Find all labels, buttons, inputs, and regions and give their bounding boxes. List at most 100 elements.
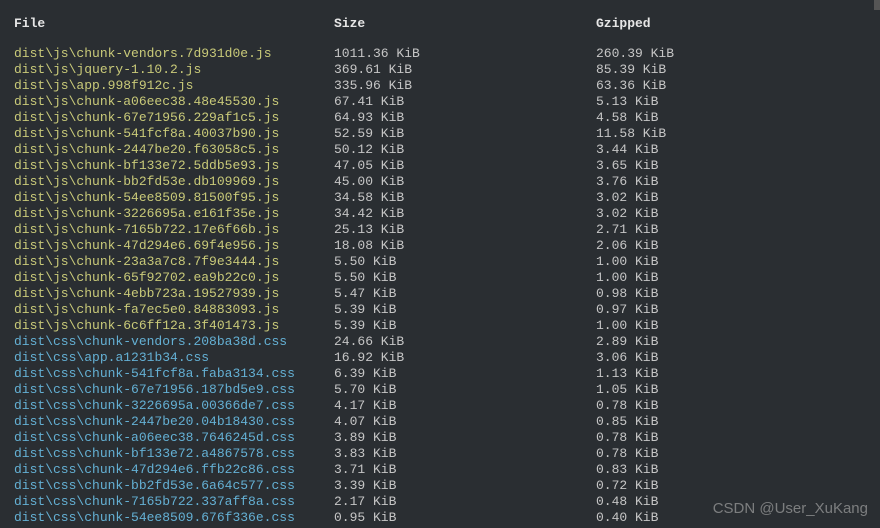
size-cell: 3.71 KiB bbox=[334, 462, 596, 478]
gzip-cell: 5.13 KiB bbox=[596, 94, 866, 110]
table-row: dist\js\chunk-23a3a7c8.7f9e3444.js5.50 K… bbox=[14, 254, 866, 270]
file-dir: dist\js\ bbox=[14, 270, 76, 285]
file-cell: dist\js\chunk-65f92702.ea9b22c0.js bbox=[14, 270, 334, 286]
file-ext: css bbox=[271, 478, 294, 493]
file-ext: js bbox=[264, 158, 280, 173]
file-ext: css bbox=[264, 334, 287, 349]
file-name: chunk-54ee8509 bbox=[84, 510, 193, 525]
table-row: dist\js\chunk-67e71956.229af1c5.js64.93 … bbox=[14, 110, 866, 126]
file-hash: 208ba38d bbox=[193, 334, 255, 349]
file-cell: dist\css\chunk-7165b722.337aff8a.css bbox=[14, 494, 334, 510]
file-name: chunk-541fcf8a bbox=[76, 126, 185, 141]
file-hash: 17e6f66b bbox=[193, 222, 255, 237]
file-name: chunk-a06eec38 bbox=[84, 430, 193, 445]
gzip-cell: 2.06 KiB bbox=[596, 238, 866, 254]
file-dir: dist\css\ bbox=[14, 462, 84, 477]
gzip-cell: 0.78 KiB bbox=[596, 398, 866, 414]
file-ext: js bbox=[264, 94, 280, 109]
file-cell: dist\js\chunk-6c6ff12a.3f401473.js bbox=[14, 318, 334, 334]
file-ext: css bbox=[271, 494, 294, 509]
file-dir: dist\css\ bbox=[14, 510, 84, 525]
terminal-scrollbar[interactable] bbox=[874, 0, 880, 10]
gzip-cell: 1.00 KiB bbox=[596, 270, 866, 286]
gzip-cell: 1.13 KiB bbox=[596, 366, 866, 382]
file-cell: dist\css\chunk-54ee8509.676f336e.css bbox=[14, 510, 334, 526]
file-hash: e161f35e bbox=[193, 206, 255, 221]
file-cell: dist\css\chunk-vendors.208ba38d.css bbox=[14, 334, 334, 350]
file-cell: dist\css\chunk-bf133e72.a4867578.css bbox=[14, 446, 334, 462]
file-dir: dist\js\ bbox=[14, 254, 76, 269]
file-ext: js bbox=[264, 222, 280, 237]
file-dir: dist\css\ bbox=[14, 430, 84, 445]
file-name: chunk-4ebb723a bbox=[76, 286, 185, 301]
size-cell: 2.17 KiB bbox=[334, 494, 596, 510]
file-ext: js bbox=[264, 238, 280, 253]
file-name: chunk-fa7ec5e0 bbox=[76, 302, 185, 317]
file-dir: dist\js\ bbox=[14, 78, 76, 93]
file-hash: 69f4e956 bbox=[193, 238, 255, 253]
gzip-cell: 0.97 KiB bbox=[596, 302, 866, 318]
file-dir: dist\js\ bbox=[14, 302, 76, 317]
file-name: chunk-3226695a bbox=[84, 398, 193, 413]
file-hash: 04b18430 bbox=[201, 414, 263, 429]
file-name: chunk-67e71956 bbox=[76, 110, 185, 125]
header-size: Size bbox=[334, 16, 596, 32]
file-hash: f63058c5 bbox=[193, 142, 255, 157]
file-name: chunk-67e71956 bbox=[84, 382, 193, 397]
file-hash: 48e45530 bbox=[193, 94, 255, 109]
file-name: chunk-47d294e6 bbox=[76, 238, 185, 253]
file-ext: css bbox=[271, 398, 294, 413]
gzip-cell: 3.44 KiB bbox=[596, 142, 866, 158]
file-dir: dist\css\ bbox=[14, 334, 84, 349]
file-ext: css bbox=[271, 462, 294, 477]
size-cell: 45.00 KiB bbox=[334, 174, 596, 190]
file-ext: css bbox=[271, 446, 294, 461]
table-row: dist\js\chunk-bf133e72.5ddb5e93.js47.05 … bbox=[14, 158, 866, 174]
table-row: dist\css\app.a1231b34.css16.92 KiB3.06 K… bbox=[14, 350, 866, 366]
file-dir: dist\js\ bbox=[14, 126, 76, 141]
size-cell: 4.07 KiB bbox=[334, 414, 596, 430]
gzip-cell: 3.06 KiB bbox=[596, 350, 866, 366]
file-name: chunk-vendors bbox=[76, 46, 177, 61]
file-cell: dist\js\chunk-541fcf8a.40037b90.js bbox=[14, 126, 334, 142]
gzip-cell: 2.71 KiB bbox=[596, 222, 866, 238]
file-hash: 81500f95 bbox=[193, 190, 255, 205]
gzip-cell: 0.40 KiB bbox=[596, 510, 866, 526]
gzip-cell: 0.72 KiB bbox=[596, 478, 866, 494]
size-cell: 3.89 KiB bbox=[334, 430, 596, 446]
file-name: chunk-bf133e72 bbox=[84, 446, 193, 461]
file-hash: 187bd5e9 bbox=[201, 382, 263, 397]
file-dir: dist\js\ bbox=[14, 206, 76, 221]
header-file: File bbox=[14, 16, 334, 32]
file-hash: 7d931d0e bbox=[186, 46, 248, 61]
table-row: dist\css\chunk-54ee8509.676f336e.css0.95… bbox=[14, 510, 866, 526]
gzip-cell: 0.78 KiB bbox=[596, 446, 866, 462]
file-cell: dist\css\chunk-bb2fd53e.6a64c577.css bbox=[14, 478, 334, 494]
table-row: dist\css\chunk-7165b722.337aff8a.css2.17… bbox=[14, 494, 866, 510]
table-row: dist\js\app.998f912c.js335.96 KiB63.36 K… bbox=[14, 78, 866, 94]
file-hash: 00366de7 bbox=[201, 398, 263, 413]
size-cell: 5.39 KiB bbox=[334, 318, 596, 334]
table-row: dist\css\chunk-bb2fd53e.6a64c577.css3.39… bbox=[14, 478, 866, 494]
size-cell: 47.05 KiB bbox=[334, 158, 596, 174]
file-dir: dist\js\ bbox=[14, 174, 76, 189]
size-cell: 5.50 KiB bbox=[334, 254, 596, 270]
gzip-cell: 3.02 KiB bbox=[596, 190, 866, 206]
file-name: chunk-7165b722 bbox=[84, 494, 193, 509]
file-dir: dist\css\ bbox=[14, 398, 84, 413]
file-ext: js bbox=[264, 302, 280, 317]
file-dir: dist\css\ bbox=[14, 350, 84, 365]
file-name: app bbox=[76, 78, 99, 93]
file-cell: dist\js\chunk-67e71956.229af1c5.js bbox=[14, 110, 334, 126]
table-row: dist\js\chunk-fa7ec5e0.84883093.js5.39 K… bbox=[14, 302, 866, 318]
file-dir: dist\css\ bbox=[14, 366, 84, 381]
file-cell: dist\js\chunk-3226695a.e161f35e.js bbox=[14, 206, 334, 222]
size-cell: 335.96 KiB bbox=[334, 78, 596, 94]
file-cell: dist\js\chunk-7165b722.17e6f66b.js bbox=[14, 222, 334, 238]
file-cell: dist\js\chunk-4ebb723a.19527939.js bbox=[14, 286, 334, 302]
file-dir: dist\js\ bbox=[14, 110, 76, 125]
file-name: chunk-bb2fd53e bbox=[84, 478, 193, 493]
file-hash: ea9b22c0 bbox=[193, 270, 255, 285]
file-name: chunk-3226695a bbox=[76, 206, 185, 221]
file-name: app bbox=[84, 350, 107, 365]
